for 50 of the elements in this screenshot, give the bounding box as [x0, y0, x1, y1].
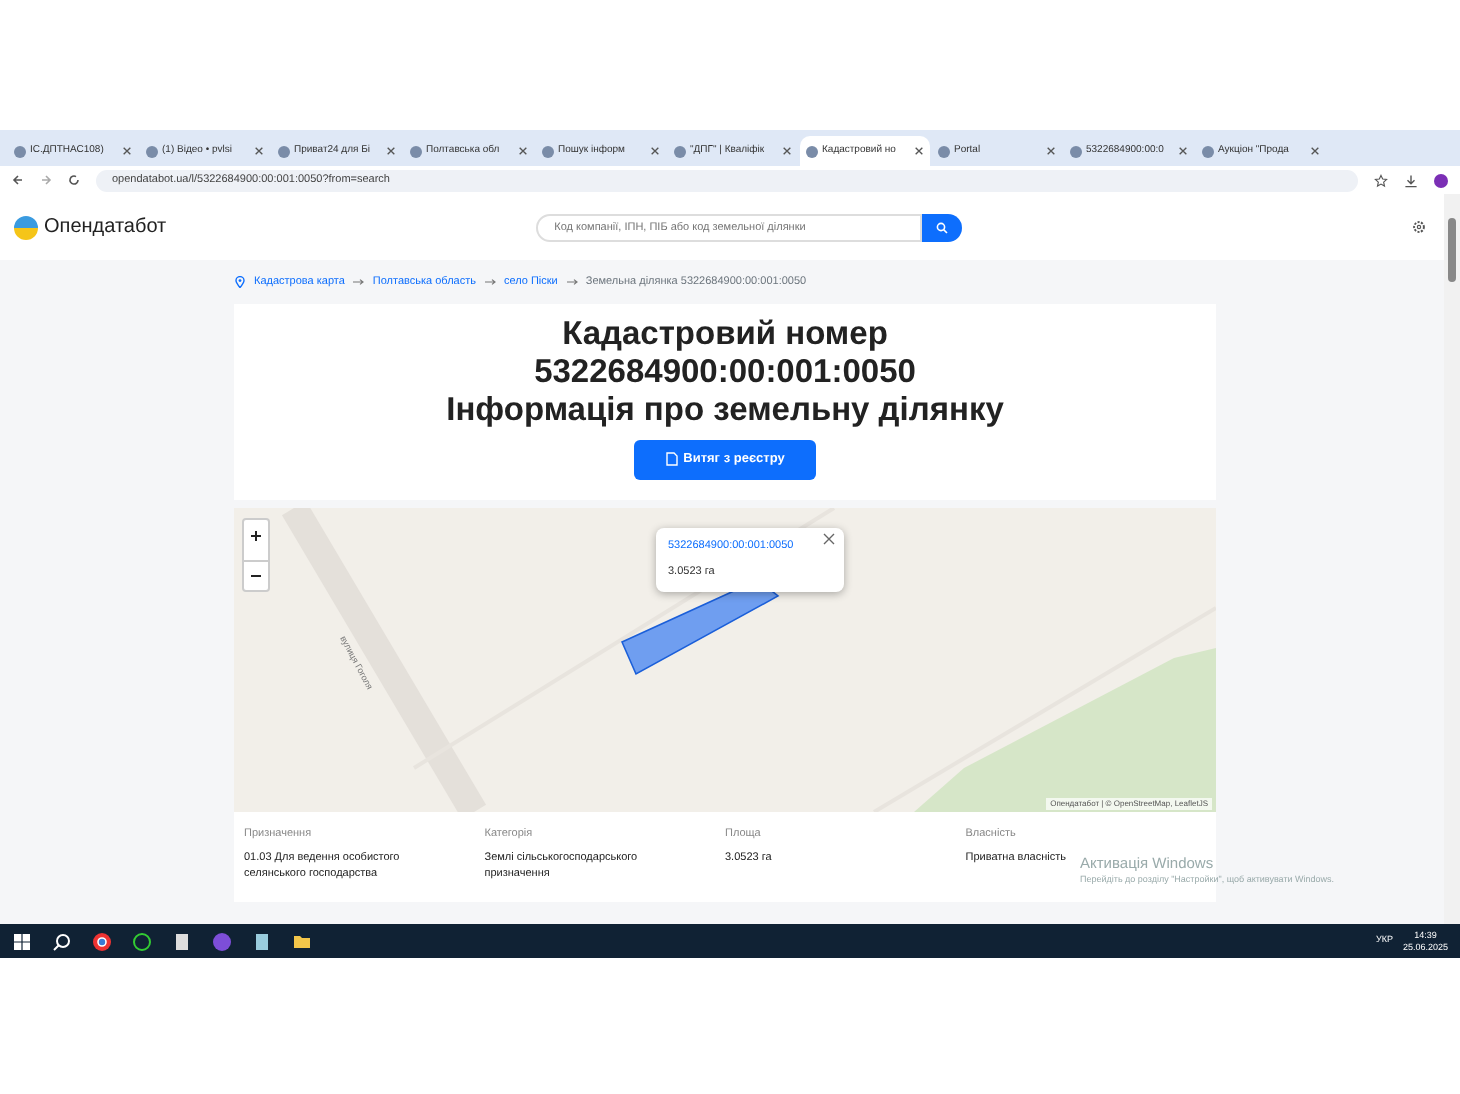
- close-tab-icon[interactable]: [122, 146, 132, 156]
- calculator-icon[interactable]: [172, 931, 192, 951]
- search-icon: [936, 221, 949, 233]
- favicon-icon: [1070, 145, 1082, 157]
- favicon-icon: [410, 145, 422, 157]
- close-icon[interactable]: [822, 532, 836, 546]
- close-tab-icon[interactable]: [254, 146, 264, 156]
- minus-icon: [250, 570, 262, 582]
- browser-icon[interactable]: [92, 931, 112, 951]
- scrollbar-thumb[interactable]: [1448, 218, 1456, 282]
- favicon-icon: [146, 145, 158, 157]
- page-heading: Інформація про земельну ділянку: [444, 392, 1006, 431]
- folder-icon[interactable]: [292, 931, 312, 951]
- document-icon: [665, 452, 678, 467]
- favicon-icon: [1202, 145, 1214, 157]
- logo-icon: [14, 215, 38, 239]
- favicon-icon: [674, 145, 686, 157]
- arrow-icon: [483, 276, 496, 289]
- close-tab-icon[interactable]: [1178, 146, 1188, 156]
- plus-icon: [250, 529, 262, 541]
- search-button[interactable]: [922, 213, 963, 241]
- chat-icon[interactable]: [132, 931, 152, 951]
- close-tab-icon[interactable]: [518, 146, 528, 156]
- favicon-icon: [278, 145, 290, 157]
- notepad-icon[interactable]: [252, 931, 272, 951]
- pin-icon: [234, 276, 246, 289]
- arrow-icon: [565, 276, 578, 289]
- site-logo[interactable]: Опендатабот: [44, 212, 167, 242]
- page-heading: Кадастровий номер: [560, 316, 890, 355]
- page-heading: 5322684900:00:001:0050: [532, 354, 918, 393]
- messenger-icon[interactable]: [212, 931, 232, 951]
- close-tab-icon[interactable]: [1310, 146, 1320, 156]
- close-tab-icon[interactable]: [650, 146, 660, 156]
- settings-icon[interactable]: [1412, 220, 1426, 234]
- favicon-icon: [806, 145, 818, 157]
- favicon-icon: [14, 145, 26, 157]
- close-tab-icon[interactable]: [782, 146, 792, 156]
- arrow-icon: [352, 276, 365, 289]
- close-tab-icon[interactable]: [1046, 146, 1056, 156]
- favicon-icon: [542, 145, 554, 157]
- search-icon[interactable]: [52, 931, 72, 951]
- profile-avatar-icon[interactable]: [1434, 173, 1448, 187]
- download-icon[interactable]: [1404, 173, 1418, 187]
- windows-start-icon[interactable]: [12, 931, 32, 951]
- star-icon[interactable]: [1374, 173, 1388, 187]
- favicon-icon: [938, 145, 950, 157]
- close-tab-icon[interactable]: [914, 146, 924, 156]
- reload-icon[interactable]: [68, 174, 80, 186]
- close-tab-icon[interactable]: [386, 146, 396, 156]
- back-icon[interactable]: [12, 174, 24, 186]
